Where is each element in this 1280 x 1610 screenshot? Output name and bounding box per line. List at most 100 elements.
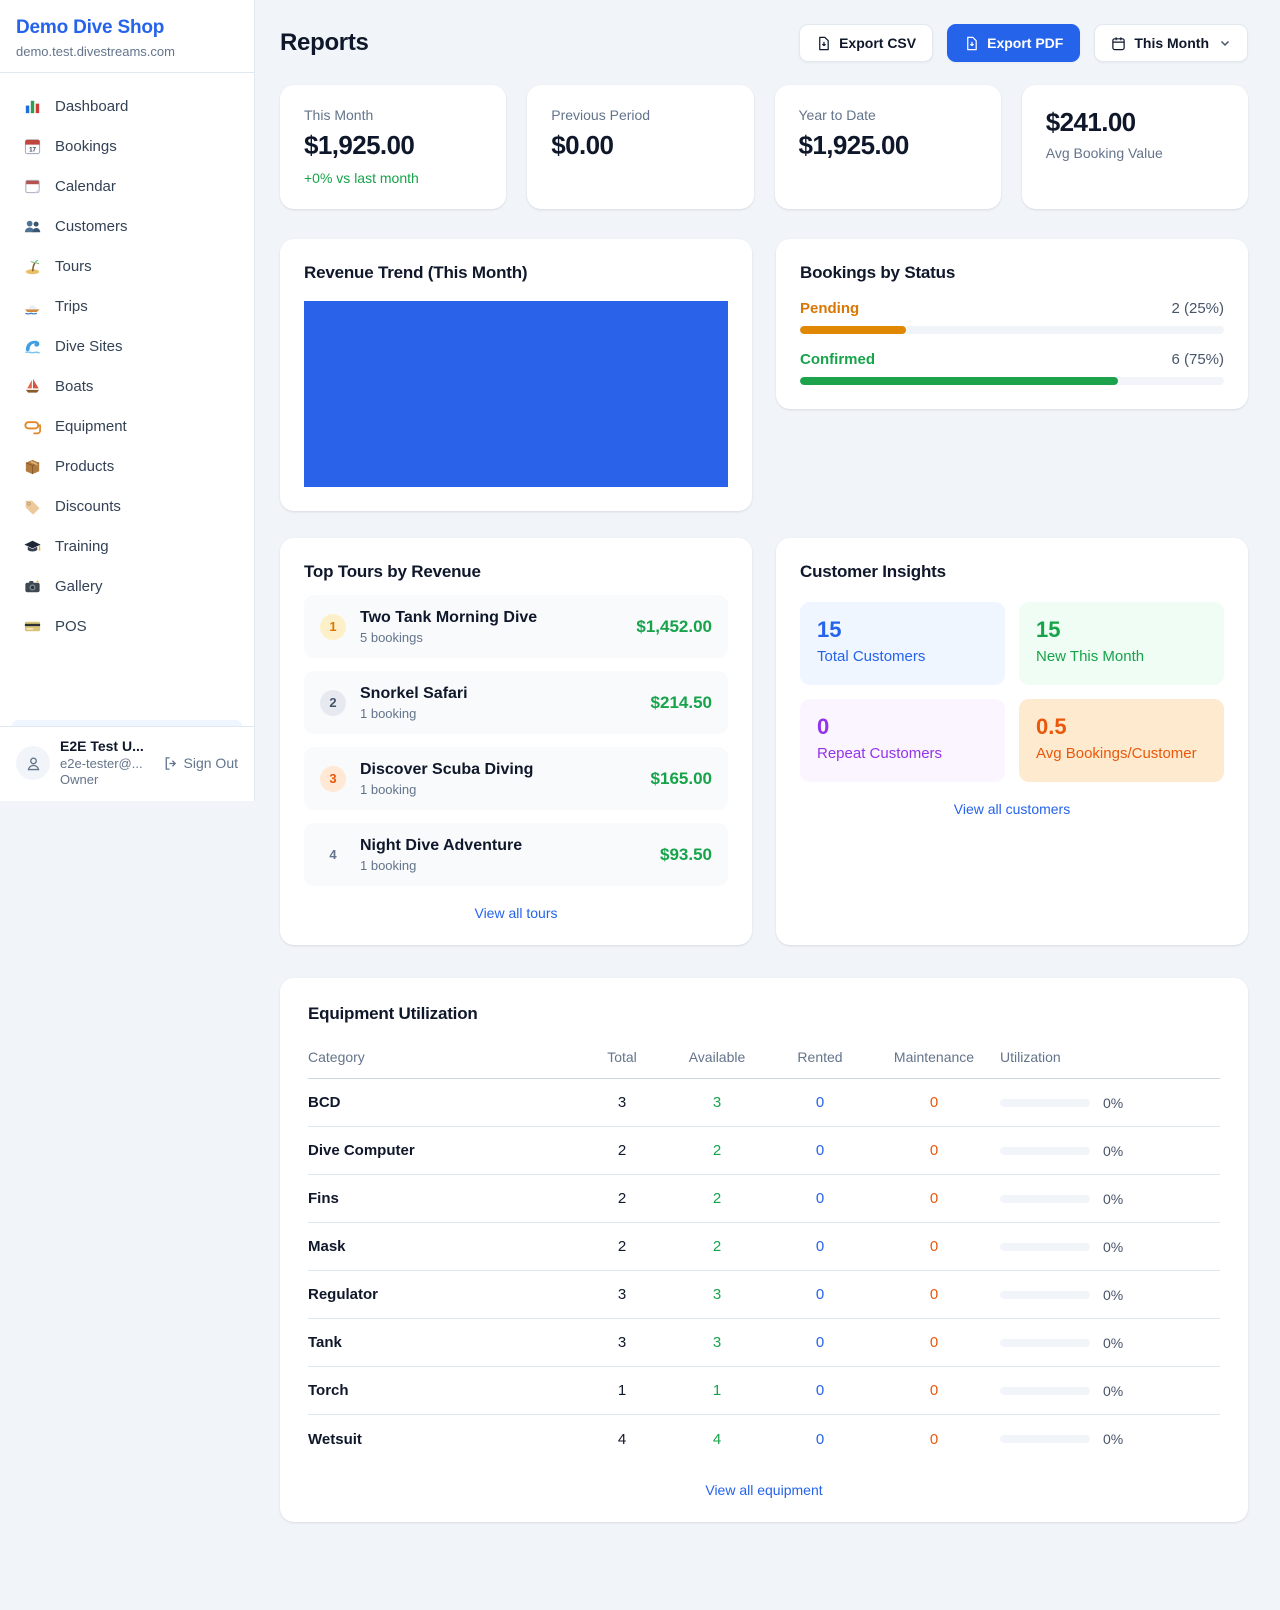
table-row: Wetsuit 4 4 0 0 0% (308, 1415, 1220, 1463)
sidebar-item-label: Boats (55, 378, 93, 395)
user-footer: E2E Test U... e2e-tester@... Owner Sign … (0, 726, 254, 801)
view-all-tours-link[interactable]: View all tours (304, 905, 728, 921)
sidebar-item-bookings[interactable]: 17 Bookings (12, 126, 242, 166)
pos-icon (22, 616, 42, 636)
sidebar-item-equipment[interactable]: Equipment (12, 406, 242, 446)
topbar: Reports Export CSV Export PDF This Month (280, 24, 1248, 62)
panel-title: Revenue Trend (This Month) (304, 263, 728, 283)
sidebar-item-dashboard[interactable]: Dashboard (12, 86, 242, 126)
svg-text:17: 17 (29, 146, 36, 153)
brand-block[interactable]: Demo Dive Shop demo.test.divestreams.com (0, 0, 254, 73)
rank-badge: 2 (320, 690, 346, 716)
cell-total: 3 (582, 1286, 662, 1303)
cell-available: 2 (662, 1190, 772, 1207)
tour-name: Snorkel Safari (360, 685, 468, 703)
sidebar-item-gallery[interactable]: Gallery (12, 566, 242, 606)
cell-category: Regulator (308, 1286, 582, 1303)
column-header: Maintenance (868, 1049, 1000, 1065)
cell-total: 4 (582, 1431, 662, 1448)
utilization-bar (1000, 1099, 1090, 1107)
export-csv-button[interactable]: Export CSV (799, 24, 933, 62)
table-row: Torch 1 1 0 0 0% (308, 1367, 1220, 1415)
period-dropdown[interactable]: This Month (1094, 24, 1248, 62)
tour-revenue: $1,452.00 (636, 617, 712, 637)
stat-value: $1,925.00 (304, 130, 482, 161)
tour-bookings: 5 bookings (360, 630, 537, 645)
cell-maintenance: 0 (868, 1142, 1000, 1159)
calendar-icon (22, 176, 42, 196)
sidebar-item-trips[interactable]: Trips (12, 286, 242, 326)
brand-name: Demo Dive Shop (16, 17, 238, 39)
tile-label: New This Month (1036, 648, 1207, 665)
dashboard-icon (22, 96, 42, 116)
cell-utilization: 0% (1000, 1431, 1220, 1447)
sidebar-item-products[interactable]: Products (12, 446, 242, 486)
utilization-bar (1000, 1195, 1090, 1203)
table-row: Fins 2 2 0 0 0% (308, 1175, 1220, 1223)
top-tours-panel: Top Tours by Revenue 1 Two Tank Morning … (280, 538, 752, 945)
bookings-by-status-panel: Bookings by Status Pending 2 (25%) Confi… (776, 239, 1248, 409)
progress-track (800, 326, 1224, 334)
discounts-icon (22, 496, 42, 516)
sidebar-item-discounts[interactable]: Discounts (12, 486, 242, 526)
file-download-icon (964, 36, 979, 51)
cell-maintenance: 0 (868, 1286, 1000, 1303)
utilization-bar (1000, 1435, 1090, 1443)
panel-title: Bookings by Status (800, 263, 1224, 283)
sidebar-item-training[interactable]: Training (12, 526, 242, 566)
cell-utilization: 0% (1000, 1191, 1220, 1207)
utilization-pct: 0% (1103, 1383, 1123, 1399)
cell-available: 2 (662, 1238, 772, 1255)
cell-available: 4 (662, 1431, 772, 1448)
tile-total-customers: 15 Total Customers (800, 602, 1005, 685)
progress-fill (800, 377, 1118, 385)
tour-revenue: $214.50 (651, 693, 712, 713)
tour-revenue: $93.50 (660, 845, 712, 865)
tile-value: 0 (817, 714, 988, 740)
tour-bookings: 1 booking (360, 858, 522, 873)
cell-total: 3 (582, 1094, 662, 1111)
utilization-bar (1000, 1147, 1090, 1155)
stats-row: This Month $1,925.00 +0% vs last month P… (280, 85, 1248, 209)
sign-out-label: Sign Out (184, 755, 238, 771)
column-header: Utilization (1000, 1049, 1220, 1065)
logout-icon (163, 756, 178, 771)
cell-maintenance: 0 (868, 1382, 1000, 1399)
sidebar-item-label: Gallery (55, 578, 103, 595)
view-all-customers-link[interactable]: View all customers (800, 801, 1224, 817)
utilization-bar (1000, 1387, 1090, 1395)
user-email: e2e-tester@... (60, 756, 144, 772)
sidebar-item-dive-sites[interactable]: Dive Sites (12, 326, 242, 366)
view-all-equipment-link[interactable]: View all equipment (308, 1482, 1220, 1498)
tours-icon (22, 256, 42, 276)
progress-track (800, 377, 1224, 385)
file-download-icon (816, 36, 831, 51)
chevron-down-icon (1219, 37, 1231, 49)
status-row-pending: Pending 2 (25%) (800, 300, 1224, 334)
export-csv-label: Export CSV (839, 35, 916, 51)
tour-name: Discover Scuba Diving (360, 761, 533, 779)
sidebar-item-calendar[interactable]: Calendar (12, 166, 242, 206)
sidebar-item-pos[interactable]: POS (12, 606, 242, 646)
boats-icon (22, 376, 42, 396)
cell-maintenance: 0 (868, 1238, 1000, 1255)
export-pdf-button[interactable]: Export PDF (947, 24, 1080, 62)
equipment-icon (22, 416, 42, 436)
sidebar-item-label: Tours (55, 258, 92, 275)
period-label: This Month (1134, 35, 1209, 51)
table-row: Regulator 3 3 0 0 0% (308, 1271, 1220, 1319)
sidebar-item-boats[interactable]: Boats (12, 366, 242, 406)
utilization-pct: 0% (1103, 1287, 1123, 1303)
sign-out-button[interactable]: Sign Out (163, 755, 238, 771)
utilization-bar (1000, 1243, 1090, 1251)
tile-value: 15 (1036, 617, 1207, 643)
sidebar-item-customers[interactable]: Customers (12, 206, 242, 246)
rank-badge: 3 (320, 766, 346, 792)
tour-name: Night Dive Adventure (360, 837, 522, 855)
insights-row: Top Tours by Revenue 1 Two Tank Morning … (280, 538, 1248, 945)
stat-card-previous-period: Previous Period $0.00 (527, 85, 753, 209)
person-icon (24, 754, 43, 773)
sidebar-item-tours[interactable]: Tours (12, 246, 242, 286)
cell-available: 2 (662, 1142, 772, 1159)
sidebar-item-label: POS (55, 618, 87, 635)
